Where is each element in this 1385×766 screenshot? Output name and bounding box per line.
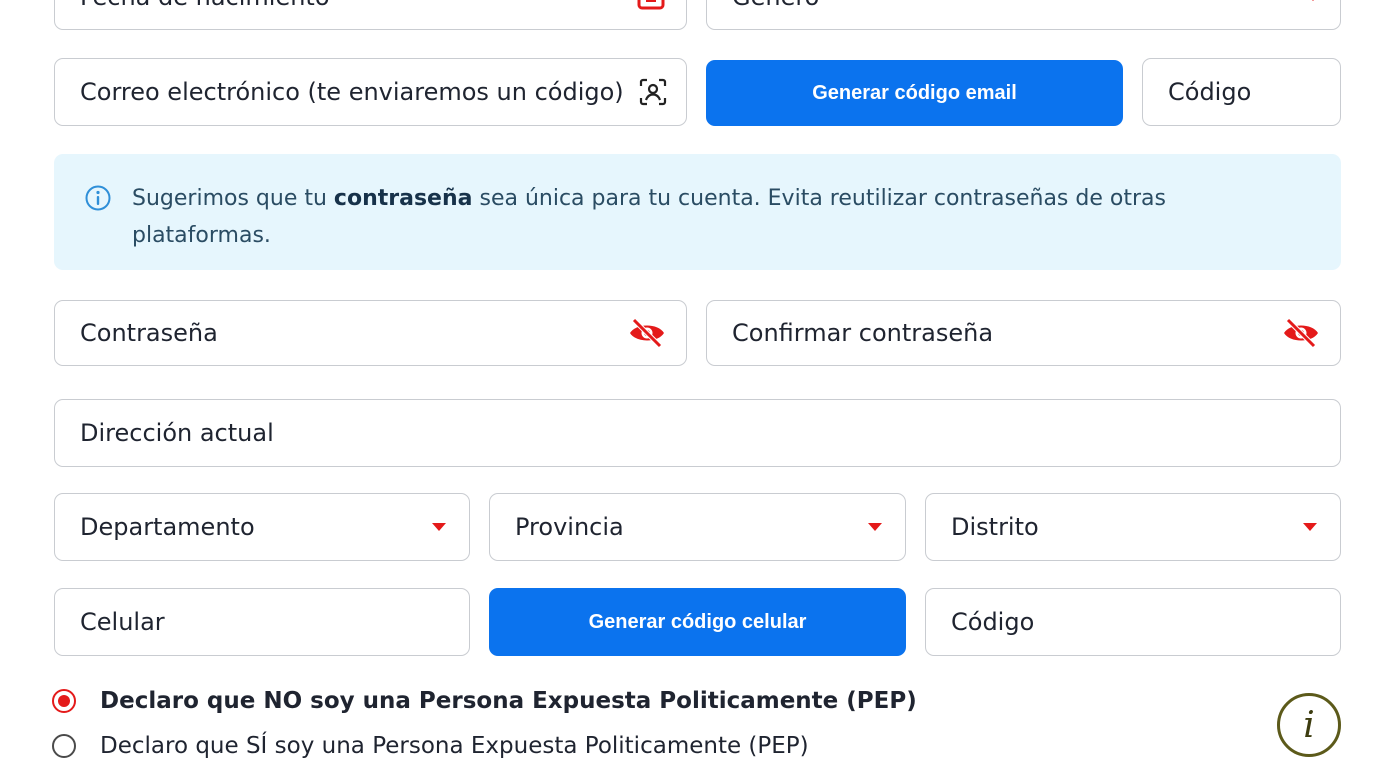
district-placeholder: Distrito [951, 513, 1039, 541]
pep-option-no-label: Declaro que NO soy una Persona Expuesta … [100, 688, 917, 714]
generate-phone-code-button[interactable]: Generar código celular [489, 588, 906, 656]
eye-off-icon[interactable] [628, 318, 666, 348]
district-select[interactable]: Distrito [925, 493, 1341, 561]
birth-date-placeholder: Fecha de nacimiento [80, 0, 636, 11]
phone-field[interactable]: Celular [54, 588, 470, 656]
province-select[interactable]: Provincia [489, 493, 906, 561]
gender-placeholder: Género [732, 0, 1306, 11]
province-placeholder: Provincia [515, 513, 624, 541]
generate-email-code-button[interactable]: Generar código email [706, 60, 1123, 126]
birth-date-field[interactable]: Fecha de nacimiento [54, 0, 687, 30]
email-code-field[interactable]: Código [1142, 58, 1341, 126]
radio-unchecked[interactable] [52, 734, 76, 758]
gender-select[interactable]: Género [706, 0, 1341, 30]
email-placeholder: Correo electrónico (te enviaremos un cód… [80, 78, 624, 106]
department-placeholder: Departamento [80, 513, 255, 541]
pep-option-yes[interactable]: Declaro que SÍ soy una Persona Expuesta … [52, 733, 809, 759]
phone-code-field[interactable]: Código [925, 588, 1341, 656]
chevron-down-icon [432, 523, 446, 531]
info-italic-icon[interactable]: i [1277, 693, 1341, 757]
password-notice: Sugerimos que tu contraseña sea única pa… [54, 154, 1341, 270]
address-field[interactable]: Dirección actual [54, 399, 1341, 467]
password-field[interactable]: Contraseña [54, 300, 687, 366]
info-circle-icon [84, 184, 112, 216]
address-placeholder: Dirección actual [80, 419, 274, 447]
chevron-down-icon [1306, 0, 1320, 1]
password-placeholder: Contraseña [80, 319, 218, 347]
department-select[interactable]: Departamento [54, 493, 470, 561]
phone-code-placeholder: Código [951, 608, 1035, 636]
chevron-down-icon [1303, 523, 1317, 531]
pep-option-yes-label: Declaro que SÍ soy una Persona Expuesta … [100, 733, 809, 759]
confirm-password-placeholder: Confirmar contraseña [732, 319, 994, 347]
email-field[interactable]: Correo electrónico (te enviaremos un cód… [54, 58, 687, 126]
help-button-label: i [1303, 704, 1315, 746]
phone-placeholder: Celular [80, 608, 165, 636]
pep-option-no[interactable]: Declaro que NO soy una Persona Expuesta … [52, 688, 917, 714]
chevron-down-icon [868, 523, 882, 531]
password-notice-bold: contraseña [333, 186, 473, 211]
confirm-password-field[interactable]: Confirmar contraseña [706, 300, 1341, 366]
radio-checked[interactable] [52, 689, 76, 713]
email-code-placeholder: Código [1168, 78, 1252, 106]
eye-off-icon[interactable] [1282, 318, 1320, 348]
person-scan-icon [638, 77, 668, 107]
calendar-icon[interactable] [636, 0, 666, 12]
